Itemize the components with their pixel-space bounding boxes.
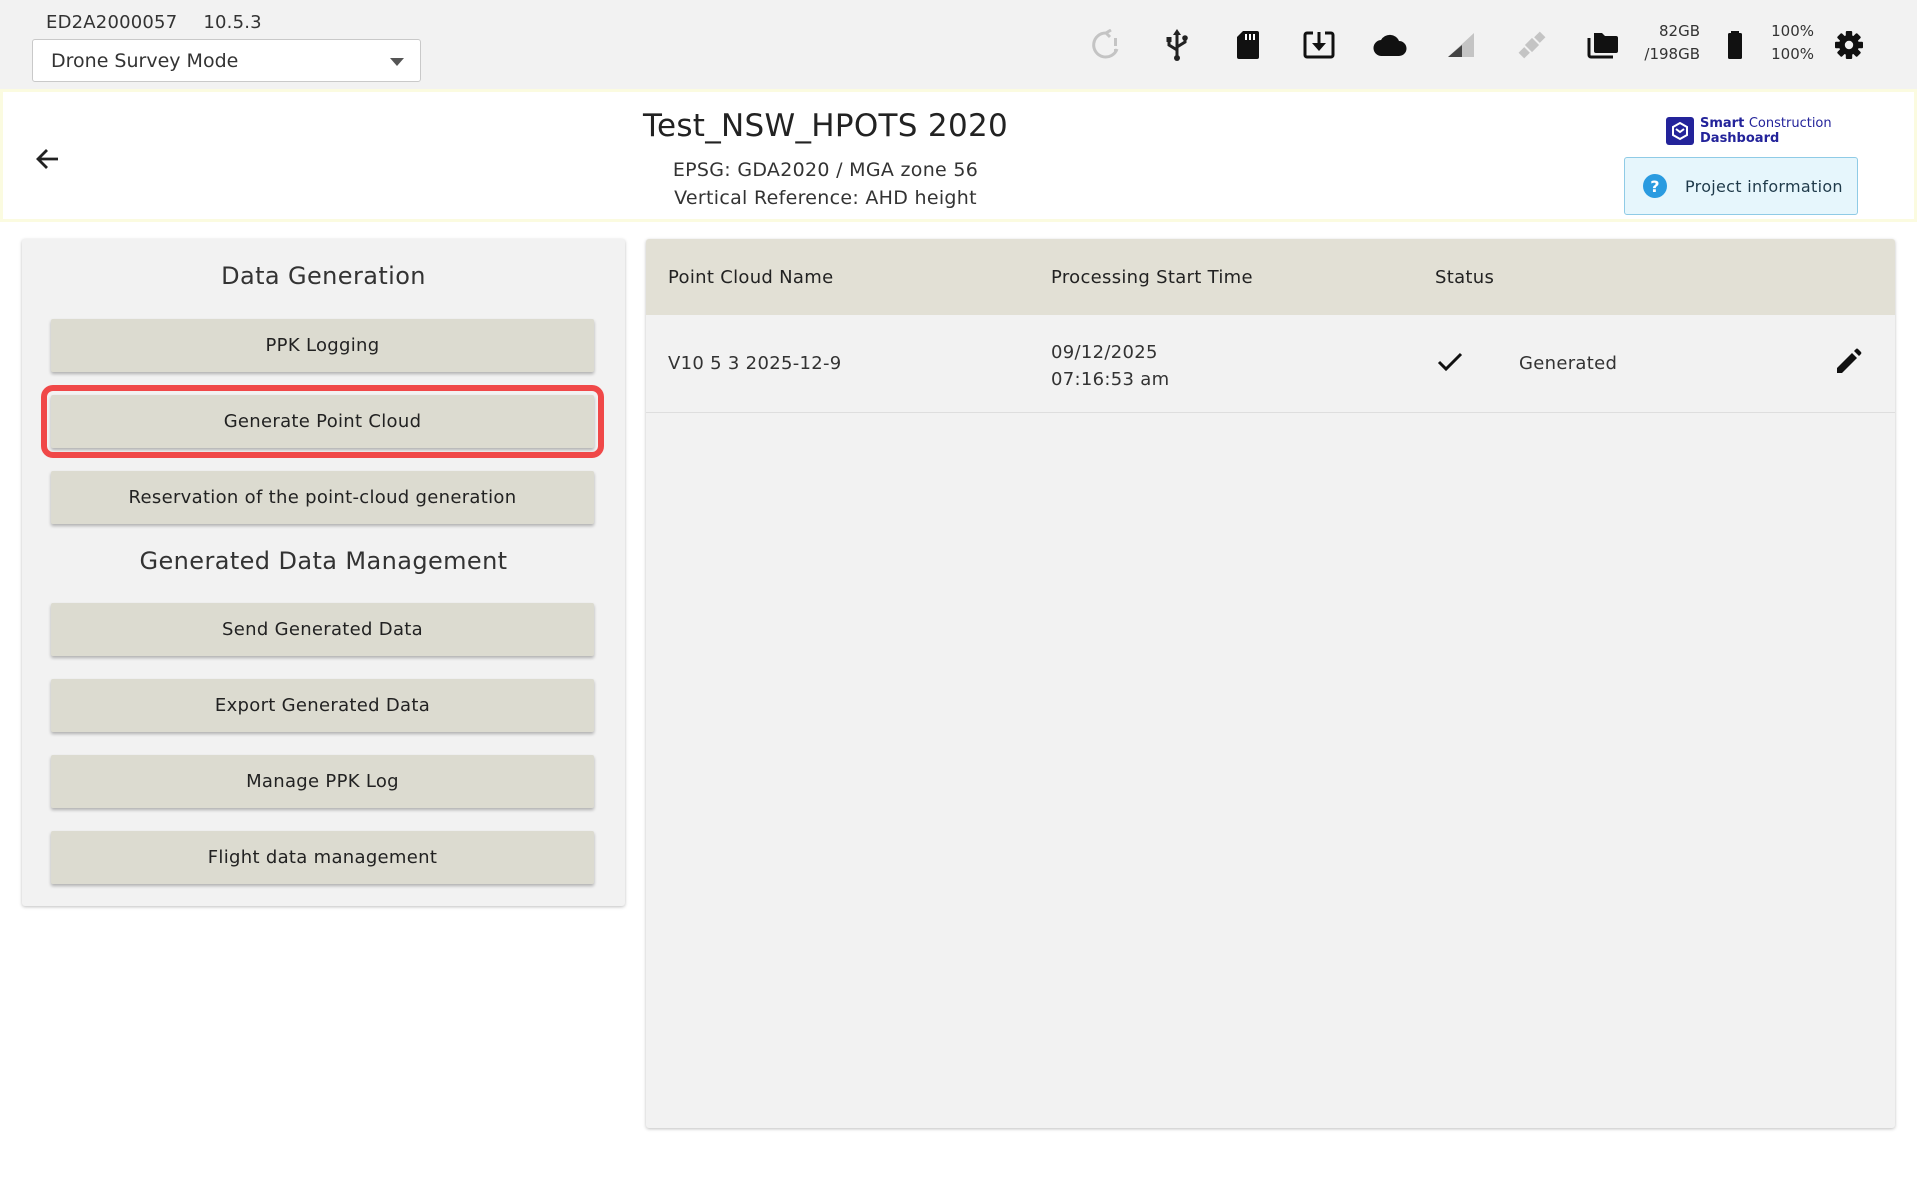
signal-icon xyxy=(1441,24,1481,66)
column-header-status: Status xyxy=(1435,266,1495,288)
folder-icon xyxy=(1583,24,1623,66)
battery-level-1: 100% xyxy=(1771,22,1814,40)
brand-line1-light: Construction xyxy=(1748,116,1832,131)
generated-data-management-title: Generated Data Management xyxy=(139,547,508,575)
table-row[interactable]: V10 5 3 2025-12-9 09/12/2025 07:16:53 am… xyxy=(646,315,1895,413)
gear-icon[interactable] xyxy=(1829,24,1869,66)
start-date: 09/12/2025 xyxy=(1051,342,1158,363)
satellite-icon xyxy=(1512,24,1552,66)
checkmark-icon xyxy=(1435,347,1465,377)
battery-level-2: 100% xyxy=(1771,45,1814,63)
status-icons xyxy=(0,24,1917,66)
project-information-label: Project information xyxy=(1685,176,1843,196)
data-generation-panel: Data Generation PPK Logging Generate Poi… xyxy=(22,239,625,906)
battery-readout: 100% 100% xyxy=(1762,20,1814,66)
point-cloud-name: V10 5 3 2025-12-9 xyxy=(668,353,842,374)
project-epsg: EPSG: GDA2020 / MGA zone 56 xyxy=(672,159,979,181)
battery-icon xyxy=(1715,24,1755,66)
smart-construction-dashboard-logo: Smart Construction Dashboard xyxy=(1666,114,1832,148)
export-generated-data-button[interactable]: Export Generated Data xyxy=(51,679,594,732)
storage-total: /198GB xyxy=(1644,45,1700,63)
table-header: Point Cloud Name Processing Start Time S… xyxy=(646,239,1895,315)
reservation-point-cloud-button[interactable]: Reservation of the point-cloud generatio… xyxy=(51,471,594,524)
brand-line2: Dashboard xyxy=(1700,131,1780,146)
generate-point-cloud-button[interactable]: Generate Point Cloud xyxy=(41,385,604,458)
dashboard-logo-icon xyxy=(1666,117,1694,145)
flight-data-management-button[interactable]: Flight data management xyxy=(51,831,594,884)
send-generated-data-button[interactable]: Send Generated Data xyxy=(51,603,594,656)
top-status-bar: ED2A2000057 10.5.3 Drone Survey Mode 82G… xyxy=(0,0,1917,89)
processing-start-time: 09/12/2025 07:16:53 am xyxy=(1051,339,1169,393)
help-icon: ? xyxy=(1643,174,1667,198)
storage-used: 82GB xyxy=(1658,22,1700,40)
sync-alert-icon xyxy=(1086,24,1126,66)
column-header-name: Point Cloud Name xyxy=(668,266,834,288)
project-title: Test_NSW_HPOTS 2020 xyxy=(642,108,1009,144)
brand-line1-bold: Smart xyxy=(1700,116,1745,131)
point-cloud-table: Point Cloud Name Processing Start Time S… xyxy=(646,239,1895,1128)
ppk-logging-button[interactable]: PPK Logging xyxy=(51,319,594,372)
cloud-icon xyxy=(1370,24,1410,66)
start-time: 07:16:53 am xyxy=(1051,369,1170,390)
status-text: Generated xyxy=(1519,353,1618,374)
project-vertical-reference: Vertical Reference: AHD height xyxy=(674,187,977,209)
data-generation-title: Data Generation xyxy=(221,262,426,290)
manage-ppk-log-button[interactable]: Manage PPK Log xyxy=(51,755,594,808)
project-header: Test_NSW_HPOTS 2020 EPSG: GDA2020 / MGA … xyxy=(0,89,1917,222)
storage-readout: 82GB /198GB xyxy=(1632,20,1700,66)
download-icon xyxy=(1299,24,1339,66)
column-header-start-time: Processing Start Time xyxy=(1051,266,1253,288)
sd-card-icon xyxy=(1228,24,1268,66)
usb-icon xyxy=(1157,24,1197,66)
project-information-button[interactable]: ? Project information xyxy=(1624,157,1858,215)
edit-pencil-icon[interactable] xyxy=(1833,347,1865,379)
